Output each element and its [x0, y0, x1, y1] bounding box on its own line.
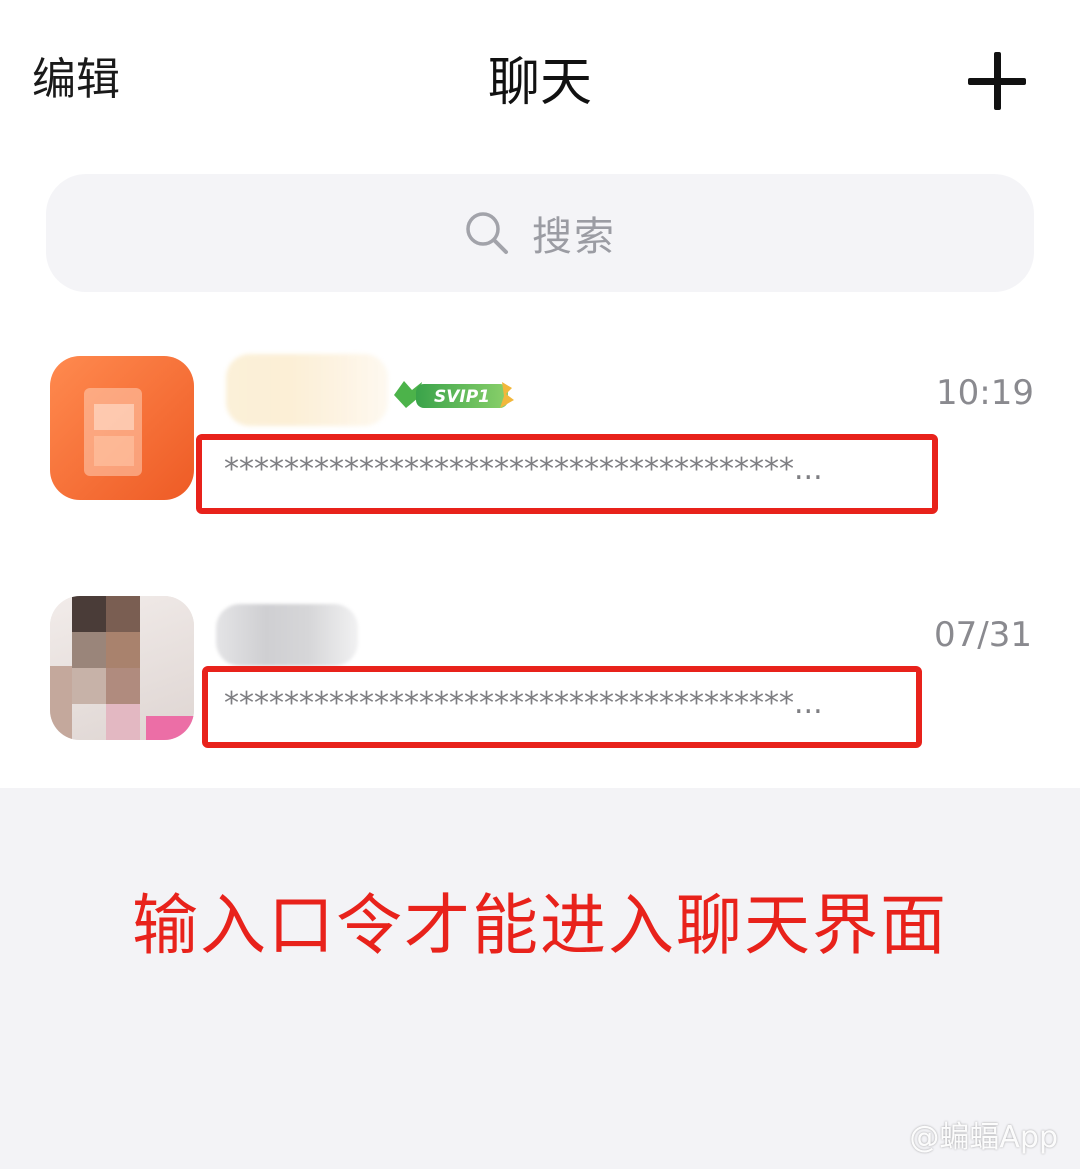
plus-icon[interactable] — [968, 52, 1026, 110]
avatar — [50, 596, 194, 740]
chat-time: 10:19 — [936, 373, 1034, 413]
svip-badge-icon: SVIP1 — [394, 381, 514, 408]
contact-name — [216, 604, 358, 666]
search-icon — [466, 212, 508, 254]
chat-list-item[interactable]: 07/31 **********************************… — [0, 582, 1080, 782]
watermark: @蝙蝠App — [909, 1120, 1058, 1155]
annotation-notice: 输入口令才能进入聊天界面 — [132, 887, 948, 964]
svip-badge-label: SVIP1 — [434, 387, 490, 407]
page-title: 聊天 — [487, 53, 592, 113]
contact-name — [226, 354, 388, 426]
chat-list-item[interactable]: SVIP1 10:19 ****************************… — [0, 340, 1080, 540]
top-bar: 编辑 聊天 — [0, 0, 1080, 160]
chat-time: 07/31 — [934, 615, 1032, 655]
search-bar[interactable]: 搜索 — [46, 174, 1034, 292]
message-preview: **************************************..… — [224, 686, 823, 721]
avatar — [50, 356, 194, 500]
search-placeholder: 搜索 — [532, 214, 616, 260]
message-preview: **************************************..… — [224, 452, 823, 487]
